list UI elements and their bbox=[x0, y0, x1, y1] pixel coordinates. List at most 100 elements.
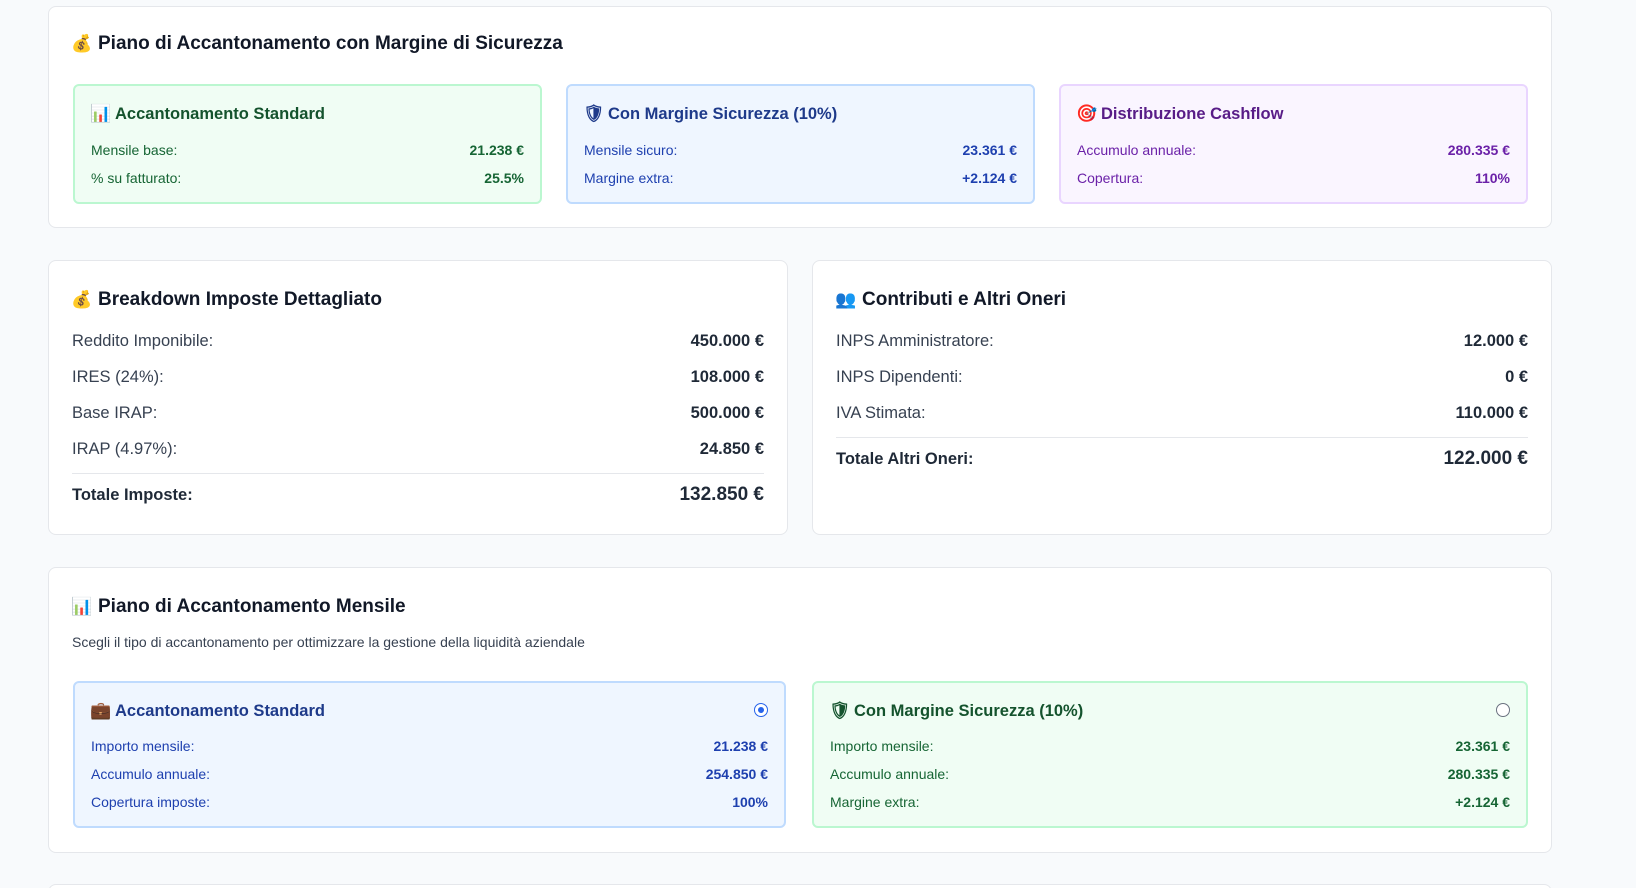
row-value: 500.000 € bbox=[690, 404, 764, 422]
savings-plan-margin-card: 💰 Piano di Accantonamento con Margine di… bbox=[48, 6, 1552, 228]
row-label: Importo mensile: bbox=[91, 738, 195, 754]
monthly-plan-description: Scegli il tipo di accantonamento per ott… bbox=[72, 634, 585, 650]
cashflow-distribution-box: 🎯 Distribuzione Cashflow Accumulo annual… bbox=[1059, 84, 1528, 204]
row-value: 280.335 € bbox=[1447, 142, 1510, 158]
total-label: Totale Altri Oneri: bbox=[836, 450, 974, 468]
row-value: 0 € bbox=[1505, 368, 1528, 386]
row-label: Copertura: bbox=[1077, 170, 1144, 186]
row-label: IRES (24%): bbox=[72, 368, 164, 386]
row-value: 254.850 € bbox=[705, 766, 768, 782]
row-value: 280.335 € bbox=[1447, 766, 1510, 782]
card-title-text: Piano di Accantonamento Mensile bbox=[98, 596, 406, 617]
sub-title-text: Distribuzione Cashflow bbox=[1101, 104, 1284, 123]
row-value: 23.361 € bbox=[962, 142, 1018, 158]
standard-savings-title: 📊 Accantonamento Standard bbox=[90, 104, 325, 124]
safety-plan-option[interactable]: 🛡 Con Margine Sicurezza (10%) Importo me… bbox=[812, 681, 1528, 828]
divider bbox=[836, 437, 1528, 438]
sub-title-text: Con Margine Sicurezza (10%) bbox=[854, 701, 1084, 720]
row-label: INPS Amministratore: bbox=[836, 332, 994, 350]
annual-accumulation-row: Accumulo annuale: 280.335 € bbox=[1077, 142, 1510, 158]
row-label: Margine extra: bbox=[830, 794, 920, 810]
card-title-text: Piano di Accantonamento con Margine di S… bbox=[98, 33, 563, 54]
next-card bbox=[48, 884, 1552, 888]
total-value: 132.850 € bbox=[679, 484, 764, 505]
annual-accumulation-row: Accumulo annuale: 280.335 € bbox=[830, 766, 1510, 782]
coverage-row: Copertura: 110% bbox=[1077, 170, 1510, 186]
irap-row: IRAP (4.97%): 24.850 € bbox=[72, 440, 764, 459]
inps-admin-row: INPS Amministratore: 12.000 € bbox=[836, 332, 1528, 351]
row-label: Importo mensile: bbox=[830, 738, 934, 754]
row-value: 110% bbox=[1474, 170, 1510, 186]
row-value: 21.238 € bbox=[469, 142, 525, 158]
safety-plan-radio[interactable] bbox=[1496, 703, 1510, 717]
monthly-plan-card: 📊 Piano di Accantonamento Mensile Scegli… bbox=[48, 567, 1552, 853]
bar-chart-icon: 📊 bbox=[71, 597, 93, 617]
taxable-income-row: Reddito Imponibile: 450.000 € bbox=[72, 332, 764, 351]
row-value: 23.361 € bbox=[1455, 738, 1511, 754]
row-label: Accumulo annuale: bbox=[1077, 142, 1197, 158]
money-bag-icon: 💰 bbox=[71, 34, 93, 54]
divider bbox=[72, 473, 764, 474]
row-label: Accumulo annuale: bbox=[91, 766, 211, 782]
extra-margin-row: Margine extra: +2.124 € bbox=[830, 794, 1510, 810]
inps-employees-row: INPS Dipendenti: 0 € bbox=[836, 368, 1528, 387]
row-value: +2.124 € bbox=[1455, 794, 1510, 810]
row-label: Base IRAP: bbox=[72, 404, 158, 422]
row-value: 25.5% bbox=[484, 170, 524, 186]
monthly-amount-row: Importo mensile: 23.361 € bbox=[830, 738, 1510, 754]
row-value: 21.238 € bbox=[713, 738, 769, 754]
briefcase-icon: 💼 bbox=[90, 701, 112, 721]
extra-margin-row: Margine extra: +2.124 € bbox=[584, 170, 1017, 186]
standard-plan-option[interactable]: 💼 Accantonamento Standard Importo mensil… bbox=[73, 681, 786, 828]
row-value: 110.000 € bbox=[1455, 404, 1529, 422]
tax-coverage-row: Copertura imposte: 100% bbox=[91, 794, 768, 810]
row-label: Copertura imposte: bbox=[91, 794, 211, 810]
savings-plan-margin-title: 💰 Piano di Accantonamento con Margine di… bbox=[71, 33, 563, 55]
row-value: 12.000 € bbox=[1463, 332, 1528, 350]
row-label: % su fatturato: bbox=[91, 170, 182, 186]
standard-savings-box: 📊 Accantonamento Standard Mensile base: … bbox=[73, 84, 542, 204]
monthly-amount-row: Importo mensile: 21.238 € bbox=[91, 738, 768, 754]
row-value: 108.000 € bbox=[690, 368, 764, 386]
people-icon: 👥 bbox=[835, 290, 857, 310]
shield-icon: 🛡 bbox=[583, 104, 605, 124]
tax-breakdown-card: 💰 Breakdown Imposte Dettagliato Reddito … bbox=[48, 260, 788, 535]
sub-title-text: Con Margine Sicurezza (10%) bbox=[608, 104, 838, 123]
card-title-text: Breakdown Imposte Dettagliato bbox=[98, 289, 382, 310]
total-label: Totale Imposte: bbox=[72, 486, 193, 504]
total-value: 122.000 € bbox=[1443, 448, 1528, 469]
sub-title-text: Accantonamento Standard bbox=[115, 701, 325, 720]
tax-breakdown-title: 💰 Breakdown Imposte Dettagliato bbox=[71, 289, 382, 311]
row-value: 100% bbox=[732, 794, 768, 810]
vat-row: IVA Stimata: 110.000 € bbox=[836, 404, 1528, 423]
annual-accumulation-row: Accumulo annuale: 254.850 € bbox=[91, 766, 768, 782]
row-label: IVA Stimata: bbox=[836, 404, 926, 422]
card-title-text: Contributi e Altri Oneri bbox=[862, 289, 1067, 310]
row-value: +2.124 € bbox=[962, 170, 1017, 186]
bar-chart-icon: 📊 bbox=[90, 104, 112, 124]
safety-margin-box: 🛡 Con Margine Sicurezza (10%) Mensile si… bbox=[566, 84, 1035, 204]
shield-icon: 🛡 bbox=[829, 701, 851, 721]
revenue-percent-row: % su fatturato: 25.5% bbox=[91, 170, 524, 186]
contributions-card: 👥 Contributi e Altri Oneri INPS Amminist… bbox=[812, 260, 1552, 535]
cashflow-distribution-title: 🎯 Distribuzione Cashflow bbox=[1076, 104, 1284, 124]
sub-title-text: Accantonamento Standard bbox=[115, 104, 325, 123]
row-label: Margine extra: bbox=[584, 170, 674, 186]
tax-total-row: Totale Imposte: 132.850 € bbox=[72, 484, 764, 506]
row-label: INPS Dipendenti: bbox=[836, 368, 963, 386]
row-value: 450.000 € bbox=[690, 332, 764, 350]
row-label: IRAP (4.97%): bbox=[72, 440, 178, 458]
safety-margin-title: 🛡 Con Margine Sicurezza (10%) bbox=[583, 104, 838, 124]
standard-plan-title: 💼 Accantonamento Standard bbox=[90, 701, 325, 721]
ires-row: IRES (24%): 108.000 € bbox=[72, 368, 764, 387]
row-label: Accumulo annuale: bbox=[830, 766, 950, 782]
irap-base-row: Base IRAP: 500.000 € bbox=[72, 404, 764, 423]
safe-monthly-row: Mensile sicuro: 23.361 € bbox=[584, 142, 1017, 158]
contributions-title: 👥 Contributi e Altri Oneri bbox=[835, 289, 1067, 311]
other-charges-total-row: Totale Altri Oneri: 122.000 € bbox=[836, 448, 1528, 470]
row-label: Mensile base: bbox=[91, 142, 178, 158]
row-label: Reddito Imponibile: bbox=[72, 332, 214, 350]
standard-plan-radio[interactable] bbox=[754, 703, 768, 717]
target-icon: 🎯 bbox=[1076, 104, 1098, 124]
monthly-plan-title: 📊 Piano di Accantonamento Mensile bbox=[71, 596, 406, 618]
